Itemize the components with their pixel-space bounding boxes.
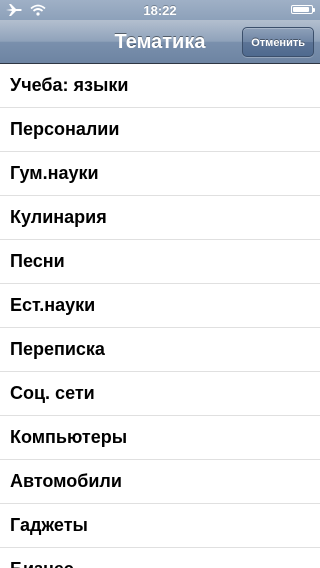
- topic-list: Учеба: языки Персоналии Гум.науки Кулинария…: [0, 64, 320, 568]
- list-item-label: Персоналии: [10, 119, 120, 139]
- list-item-label: Компьютеры: [10, 427, 128, 447]
- list-item-label: Переписка: [10, 339, 105, 359]
- list-item-label: Гум.науки: [10, 163, 99, 183]
- cancel-button[interactable]: Отменить: [242, 27, 314, 57]
- battery-icon: [291, 5, 315, 14]
- list-item-label: Соц. сети: [10, 383, 95, 403]
- list-item-label: Гаджеты: [10, 515, 88, 535]
- list-item-label: Автомобили: [10, 471, 122, 491]
- list-item[interactable]: Компьютеры: [0, 416, 320, 460]
- list-item[interactable]: Песни: [0, 240, 320, 284]
- list-item[interactable]: Бизнес: [0, 548, 320, 568]
- list-item-label: Кулинария: [10, 207, 107, 227]
- navigation-bar: Тематика Отменить: [0, 20, 320, 64]
- list-item[interactable]: Переписка: [0, 328, 320, 372]
- status-bar: 18:22: [0, 0, 320, 20]
- screen: 18:22 Тематика Отменить Учеба: языки Перс…: [0, 0, 320, 568]
- list-item[interactable]: Ест.науки: [0, 284, 320, 328]
- list-item-label: Ест.науки: [10, 295, 96, 315]
- status-time: 18:22: [143, 3, 177, 18]
- battery-level: [293, 7, 309, 12]
- list-item-label: Бизнес: [10, 559, 74, 568]
- list-item-label: Учеба: языки: [10, 75, 129, 95]
- list-item[interactable]: Гум.науки: [0, 152, 320, 196]
- list-item[interactable]: Персоналии: [0, 108, 320, 152]
- list-item[interactable]: Учеба: языки: [0, 64, 320, 108]
- list-item[interactable]: Кулинария: [0, 196, 320, 240]
- list-item-label: Песни: [10, 251, 65, 271]
- list-item[interactable]: Автомобили: [0, 460, 320, 504]
- list-item[interactable]: Гаджеты: [0, 504, 320, 548]
- list-item[interactable]: Соц. сети: [0, 372, 320, 416]
